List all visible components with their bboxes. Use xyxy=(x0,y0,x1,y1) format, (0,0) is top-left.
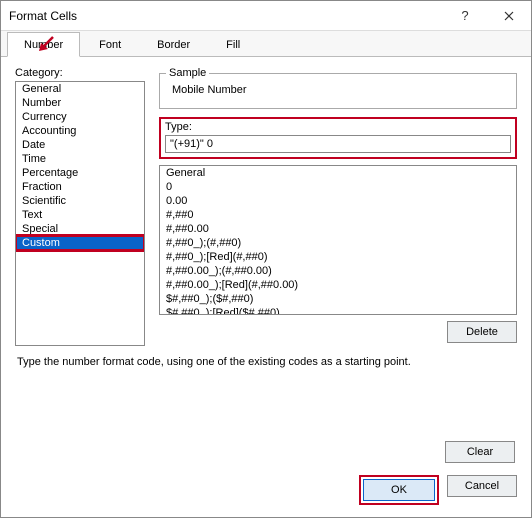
category-item[interactable]: Date xyxy=(16,138,144,152)
cancel-button[interactable]: Cancel xyxy=(447,475,517,497)
category-item[interactable]: Percentage xyxy=(16,166,144,180)
format-item[interactable]: #,##0_);[Red](#,##0) xyxy=(160,250,516,264)
category-item[interactable]: Currency xyxy=(16,110,144,124)
category-label: Category: xyxy=(15,67,145,79)
sample-legend: Sample xyxy=(166,67,209,79)
format-item[interactable]: #,##0_);(#,##0) xyxy=(160,236,516,250)
hint-text: Type the number format code, using one o… xyxy=(17,356,515,368)
category-item[interactable]: General xyxy=(16,82,144,96)
category-item[interactable]: Accounting xyxy=(16,124,144,138)
clear-button[interactable]: Clear xyxy=(445,441,515,463)
sample-value: Mobile Number xyxy=(168,78,508,98)
content: Category: GeneralNumberCurrencyAccountin… xyxy=(1,57,531,414)
category-item[interactable]: Scientific xyxy=(16,194,144,208)
close-icon xyxy=(504,11,514,21)
tabs: Number Font Border Fill xyxy=(1,31,531,57)
sample-groupbox: Sample Mobile Number xyxy=(159,73,517,109)
tab-font[interactable]: Font xyxy=(82,32,138,57)
category-item[interactable]: Time xyxy=(16,152,144,166)
format-item[interactable]: $#,##0_);[Red]($#,##0) xyxy=(160,306,516,315)
tab-fill[interactable]: Fill xyxy=(209,32,257,57)
category-item[interactable]: Special xyxy=(16,222,144,236)
tab-number[interactable]: Number xyxy=(7,32,80,57)
format-item[interactable]: #,##0.00_);[Red](#,##0.00) xyxy=(160,278,516,292)
type-input[interactable] xyxy=(165,135,511,153)
window-title: Format Cells xyxy=(9,9,443,23)
format-item[interactable]: 0.00 xyxy=(160,194,516,208)
category-item[interactable]: Number xyxy=(16,96,144,110)
category-item[interactable]: Fraction xyxy=(16,180,144,194)
ok-highlight: OK xyxy=(359,475,439,505)
format-item[interactable]: General xyxy=(160,166,516,180)
category-listbox[interactable]: GeneralNumberCurrencyAccountingDateTimeP… xyxy=(15,81,145,346)
type-highlight: Type: xyxy=(159,117,517,159)
ok-button[interactable]: OK xyxy=(363,479,435,501)
delete-button[interactable]: Delete xyxy=(447,321,517,343)
category-item[interactable]: Text xyxy=(16,208,144,222)
formats-listbox[interactable]: General00.00#,##0#,##0.00#,##0_);(#,##0)… xyxy=(159,165,517,315)
format-item[interactable]: #,##0 xyxy=(160,208,516,222)
footer: OK Cancel xyxy=(359,475,517,505)
help-button[interactable]: ? xyxy=(443,1,487,31)
format-item[interactable]: #,##0.00 xyxy=(160,222,516,236)
format-item[interactable]: 0 xyxy=(160,180,516,194)
category-item[interactable]: Custom xyxy=(16,236,144,250)
format-item[interactable]: #,##0.00_);(#,##0.00) xyxy=(160,264,516,278)
tab-border[interactable]: Border xyxy=(140,32,207,57)
type-label: Type: xyxy=(165,121,511,133)
titlebar: Format Cells ? xyxy=(1,1,531,31)
format-item[interactable]: $#,##0_);($#,##0) xyxy=(160,292,516,306)
close-button[interactable] xyxy=(487,1,531,31)
